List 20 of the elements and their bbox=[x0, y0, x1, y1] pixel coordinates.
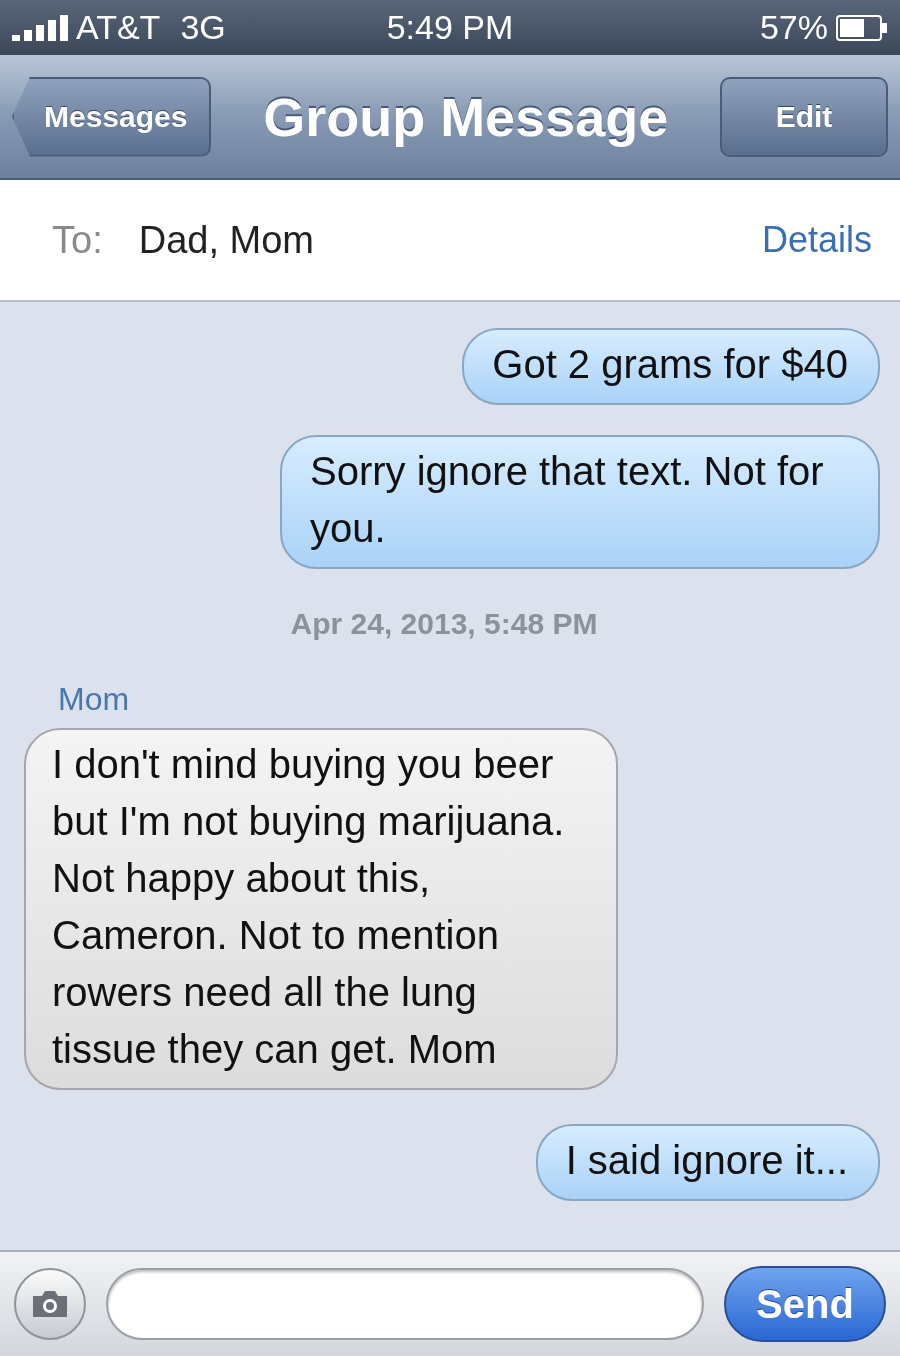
battery-icon bbox=[836, 14, 888, 41]
back-button[interactable]: Messages bbox=[12, 76, 212, 157]
screen-title: Group Message bbox=[262, 85, 670, 148]
send-button[interactable]: Send bbox=[724, 1266, 886, 1342]
camera-icon bbox=[30, 1289, 70, 1319]
details-link[interactable]: Details bbox=[761, 219, 872, 261]
sent-message-bubble: Got 2 grams for $40 bbox=[462, 328, 880, 405]
received-message-bubble: I don't mind buying you beer but I'm not buying marijuana. Not happy about this, Cameron. Not to mention rowers need all the lung tissue they can get. Mom bbox=[24, 728, 618, 1090]
sent-message-bubble: Sorry ignore that text. Not for you. bbox=[280, 435, 880, 569]
sender-name: Mom bbox=[58, 681, 131, 718]
sent-message-bubble: I said ignore it... bbox=[535, 1124, 880, 1201]
clock: 5:49 PM bbox=[386, 8, 514, 46]
recipient-names: Dad, Mom bbox=[138, 218, 315, 262]
timestamp: Apr 24, 2013, 5:48 PM bbox=[290, 607, 598, 641]
network-type: 3G bbox=[180, 8, 226, 47]
carrier-name: AT&T bbox=[76, 8, 161, 47]
to-label: To: bbox=[52, 218, 103, 262]
signal-icon bbox=[12, 14, 68, 41]
edit-button[interactable]: Edit bbox=[720, 76, 888, 157]
battery-percentage: 57% bbox=[759, 8, 828, 47]
